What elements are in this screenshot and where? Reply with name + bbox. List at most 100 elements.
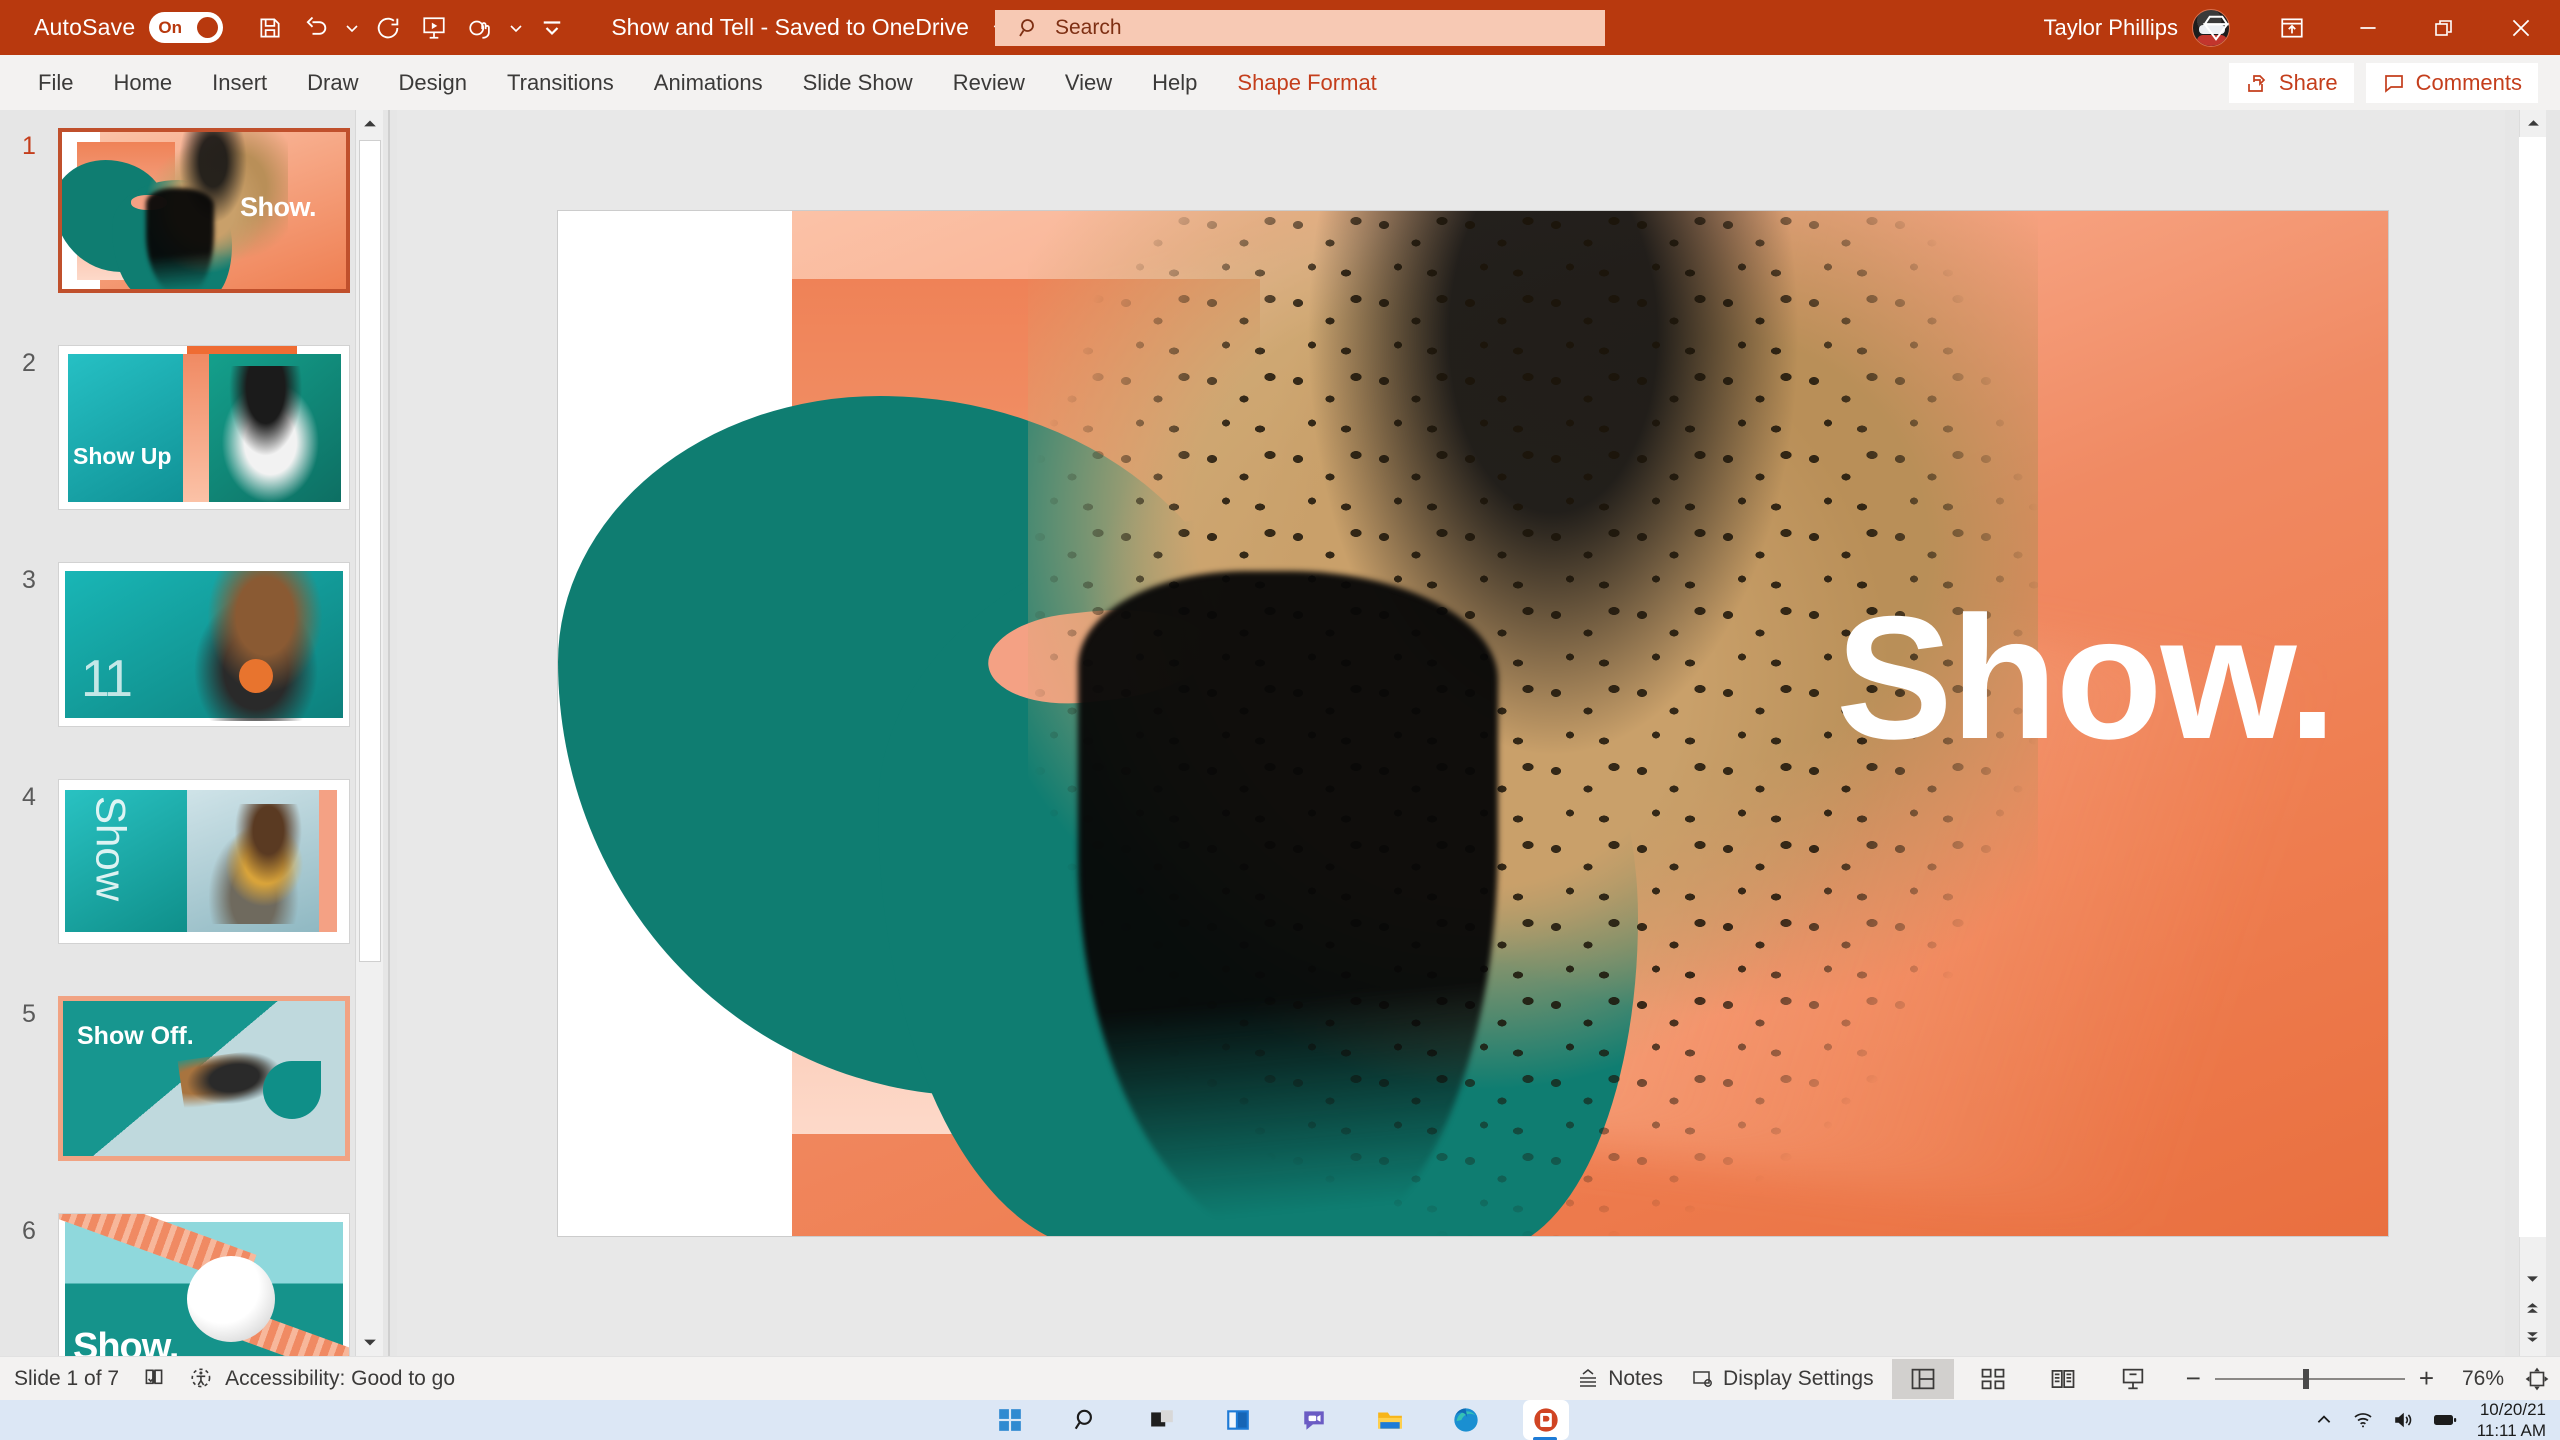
- slide-counter[interactable]: Slide 1 of 7: [14, 1367, 119, 1391]
- search-input[interactable]: Search: [995, 10, 1605, 46]
- share-label: Share: [2278, 69, 2338, 95]
- thumbnail-image-5[interactable]: Show Off.: [58, 996, 350, 1161]
- file-explorer-icon[interactable]: [1371, 1403, 1409, 1437]
- proofing-language-icon[interactable]: [141, 1366, 167, 1392]
- tab-help[interactable]: Help: [1132, 61, 1217, 105]
- slide-thumbnail-pane[interactable]: 1 Show. 2 Show Up 3 11 4 Show 5 Show Off…: [0, 110, 383, 1356]
- status-bar: Slide 1 of 7 Accessibility: Good to go N…: [0, 1356, 2560, 1400]
- thumbnail-slide-1[interactable]: 1 Show.: [0, 128, 383, 293]
- thumbnail-slide-4[interactable]: 4 Show: [0, 779, 383, 944]
- autosave-toggle-knob: [197, 17, 219, 38]
- powerpoint-icon[interactable]: [1523, 1400, 1569, 1440]
- thumbnail-number-5: 5: [22, 1000, 36, 1028]
- zoom-slider-handle[interactable]: [2302, 1368, 2309, 1389]
- slide-show-button[interactable]: [2102, 1359, 2164, 1399]
- canvas-scroll-up-arrow-icon[interactable]: [2520, 110, 2547, 137]
- tab-design[interactable]: Design: [379, 61, 487, 105]
- taskbar-time: 11:11 AM: [2476, 1421, 2546, 1440]
- thumbnail-pane-scrollbar[interactable]: [355, 110, 383, 1356]
- chat-icon[interactable]: [1295, 1403, 1333, 1437]
- canvas-scroll-down-arrow-icon[interactable]: [2519, 1265, 2546, 1292]
- start-from-beginning-icon[interactable]: [411, 5, 457, 51]
- normal-view-button[interactable]: [1891, 1358, 1954, 1399]
- thumbnail-caption-4: Show: [87, 796, 135, 902]
- reading-view-button[interactable]: [2032, 1359, 2094, 1399]
- taskbar-clock[interactable]: 10/20/21 11:11 AM: [2477, 1399, 2546, 1440]
- autosave-toggle[interactable]: On: [149, 12, 224, 43]
- zoom-slider[interactable]: [2214, 1368, 2405, 1389]
- thumbnail-slide-3[interactable]: 3 11: [0, 562, 383, 727]
- tab-view[interactable]: View: [1045, 61, 1132, 105]
- canvas-scrollbar-thumb[interactable]: [2519, 137, 2546, 1237]
- zoom-control: − + 76%: [2186, 1363, 2550, 1394]
- tab-animations[interactable]: Animations: [634, 61, 783, 105]
- customize-quick-access-toolbar-icon[interactable]: [529, 5, 575, 51]
- display-settings-button[interactable]: Display Settings: [1681, 1360, 1884, 1398]
- task-view-icon[interactable]: [1143, 1403, 1181, 1437]
- tab-insert[interactable]: Insert: [192, 61, 287, 105]
- undo-icon[interactable]: [293, 5, 339, 51]
- thumbnail-image-2[interactable]: Show Up: [58, 345, 350, 510]
- thumbnail-slide-5[interactable]: 5 Show Off.: [0, 996, 383, 1161]
- save-icon[interactable]: [247, 5, 293, 51]
- thumbnail-scrollbar-thumb[interactable]: [359, 140, 381, 962]
- canvas-scrollbar[interactable]: [2505, 110, 2560, 1356]
- premium-diamond-icon[interactable]: [2178, 0, 2254, 55]
- notes-button[interactable]: Notes: [1566, 1360, 1673, 1398]
- slide-canvas-area[interactable]: Show.: [397, 110, 2505, 1356]
- fit-slide-to-window-button[interactable]: [2524, 1366, 2550, 1392]
- scroll-up-arrow-icon[interactable]: [356, 110, 383, 138]
- thumbnail-image-3[interactable]: 11: [58, 562, 350, 727]
- tab-shape-format[interactable]: Shape Format: [1217, 61, 1396, 105]
- close-icon[interactable]: [2482, 0, 2560, 55]
- undo-dropdown-chevron-down-icon[interactable]: [339, 5, 365, 51]
- microsoft-edge-icon[interactable]: [1447, 1403, 1485, 1437]
- previous-slide-button[interactable]: [2519, 1295, 2546, 1322]
- taskbar-apps: [991, 1400, 1569, 1440]
- scroll-down-arrow-icon[interactable]: [356, 1328, 383, 1356]
- accessibility-status[interactable]: Accessibility: Good to go: [189, 1366, 455, 1392]
- thumbnail-slide-6[interactable]: 6 Show.: [0, 1213, 383, 1356]
- thumbnail-slide-2[interactable]: 2 Show Up: [0, 345, 383, 510]
- taskbar-date: 10/20/21: [2479, 1399, 2546, 1419]
- slide-sorter-view-button[interactable]: [1962, 1359, 2024, 1399]
- wifi-icon[interactable]: [2353, 1410, 2373, 1430]
- thumbnail-image-1[interactable]: Show.: [58, 128, 350, 293]
- comment-icon: [2384, 74, 2403, 93]
- show-hidden-icons-icon[interactable]: [2315, 1411, 2333, 1429]
- tab-review[interactable]: Review: [933, 61, 1045, 105]
- slide-title-text[interactable]: Show.: [1836, 591, 2337, 766]
- zoom-percentage-label[interactable]: 76%: [2448, 1367, 2504, 1391]
- zoom-in-button[interactable]: +: [2419, 1363, 2434, 1394]
- thumbnail-image-6[interactable]: Show.: [58, 1213, 350, 1356]
- thumbnail-image-4[interactable]: Show: [58, 779, 350, 944]
- redo-icon[interactable]: [365, 5, 411, 51]
- thumbnail-caption-6: Show.: [73, 1326, 179, 1356]
- tab-home[interactable]: Home: [93, 61, 192, 105]
- current-slide[interactable]: Show.: [558, 211, 2388, 1236]
- tab-transitions[interactable]: Transitions: [487, 61, 634, 105]
- next-slide-button[interactable]: [2519, 1323, 2546, 1350]
- thumbnail-caption-1: Show.: [240, 192, 317, 222]
- tab-file[interactable]: File: [18, 61, 93, 105]
- volume-icon[interactable]: [2393, 1410, 2413, 1430]
- touch-mode-chevron-down-icon[interactable]: [503, 5, 529, 51]
- share-button[interactable]: Share: [2228, 62, 2354, 103]
- battery-icon[interactable]: [2433, 1412, 2457, 1428]
- search-icon[interactable]: [1067, 1403, 1105, 1437]
- display-settings-icon: [1693, 1370, 1712, 1387]
- widgets-icon[interactable]: [1219, 1403, 1257, 1437]
- tab-draw[interactable]: Draw: [287, 61, 378, 105]
- display-settings-label: Display Settings: [1723, 1366, 1874, 1390]
- title-bar: AutoSave On Show and Tell - Saved to One…: [0, 0, 2560, 55]
- touch-mode-icon[interactable]: [457, 5, 503, 51]
- tab-slide-show[interactable]: Slide Show: [783, 61, 933, 105]
- autosave-control[interactable]: AutoSave On: [34, 12, 224, 43]
- minimize-icon[interactable]: [2330, 0, 2406, 55]
- ribbon-display-options-icon[interactable]: [2254, 0, 2330, 55]
- comments-button[interactable]: Comments: [2365, 62, 2538, 103]
- restore-icon[interactable]: [2406, 0, 2482, 55]
- zoom-out-button[interactable]: −: [2186, 1363, 2201, 1394]
- windows-start-icon[interactable]: [991, 1403, 1029, 1437]
- pane-divider[interactable]: [383, 110, 397, 1356]
